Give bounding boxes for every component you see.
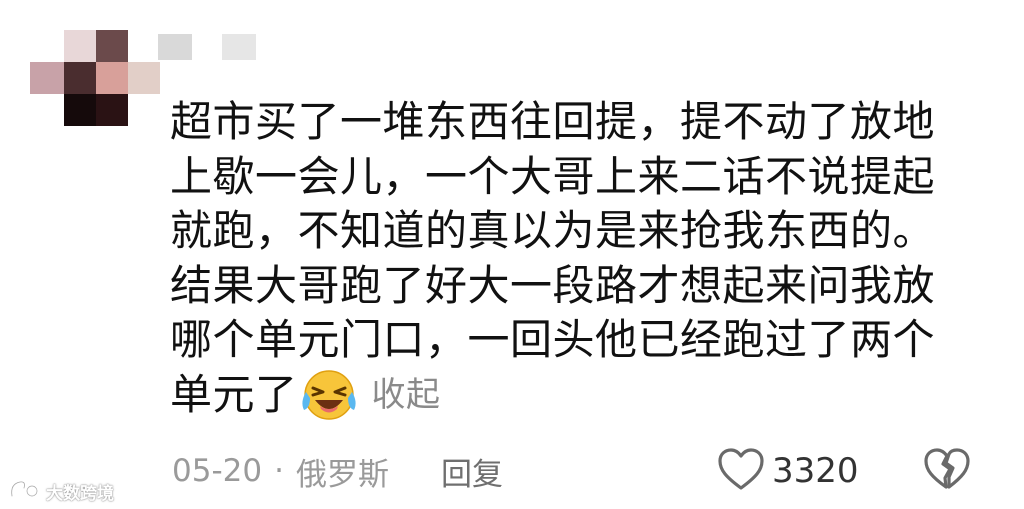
laughing-crying-emoji-icon — [300, 368, 358, 422]
reply-button[interactable]: 回复 — [441, 449, 503, 494]
meta-separator: · — [274, 453, 284, 489]
comment-line: 上歇一会儿，一个大哥上来二话不说提起 — [170, 151, 936, 201]
dislike-button[interactable] — [922, 446, 972, 492]
like-count: 3320 — [772, 451, 859, 491]
comment-last-line: 单元了 收起 — [170, 368, 960, 423]
comment-line: 超市买了一堆东西往回提，提不动了放地 — [170, 97, 936, 146]
avatar[interactable] — [30, 30, 160, 130]
comment-text: 超市买了一堆东西往回提，提不动了放地 上歇一会儿，一个大哥上来二话不说提起 就跑… — [170, 95, 960, 422]
comment-line: 结果大哥跑了好大一段路才想起来问我放 — [170, 260, 936, 310]
watermark: 大数跨境 — [8, 476, 114, 506]
comment-line: 单元了 — [170, 369, 298, 419]
watermark-text: 大数跨境 — [46, 483, 114, 504]
heart-outline-icon — [716, 446, 766, 496]
comment-meta: 05-20 · 俄罗斯 回复 — [172, 448, 503, 494]
like-button[interactable]: 3320 — [716, 446, 859, 496]
username-blurred[interactable] — [158, 34, 258, 60]
broken-heart-icon — [922, 448, 972, 496]
watermark-logo-icon — [8, 476, 46, 507]
comment-line: 哪个单元门口，一回头他已经跑过了两个 — [170, 315, 936, 364]
comment-line: 就跑，不知道的真以为是来抢我东西的。 — [170, 206, 936, 255]
comment-date: 05-20 — [172, 453, 263, 489]
collapse-button[interactable]: 收起 — [372, 368, 441, 423]
comment-location: 俄罗斯 — [295, 456, 389, 493]
